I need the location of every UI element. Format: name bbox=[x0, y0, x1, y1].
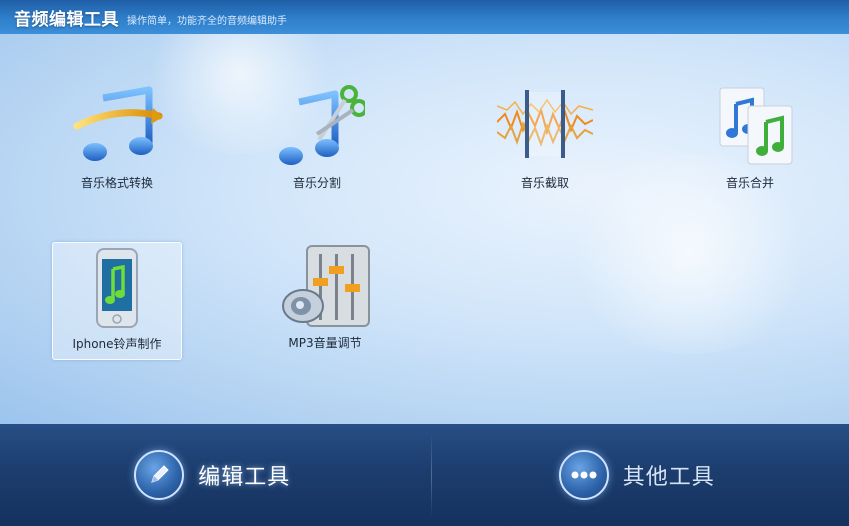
tool-label: Iphone铃声制作 bbox=[72, 337, 162, 351]
tab-other-tools[interactable]: 其他工具 bbox=[425, 424, 849, 526]
tool-iphone-ringtone[interactable]: Iphone铃声制作 bbox=[52, 242, 182, 360]
music-split-icon bbox=[279, 85, 365, 165]
tool-mp3-volume[interactable]: MP3音量调节 bbox=[260, 242, 390, 360]
tool-label: 音乐格式转换 bbox=[80, 176, 153, 190]
tool-music-split[interactable]: 音乐分割 bbox=[252, 82, 382, 200]
tool-music-format-convert[interactable]: 音乐格式转换 bbox=[52, 82, 182, 200]
title-bar: 音频编辑工具 操作简单，功能齐全的音频编辑助手 bbox=[0, 0, 849, 34]
app-title: 音频编辑工具 bbox=[14, 9, 119, 30]
mp3-volume-icon bbox=[282, 245, 370, 327]
tool-label: 音乐合并 bbox=[725, 176, 774, 190]
app-subtitle: 操作简单，功能齐全的音频编辑助手 bbox=[127, 15, 287, 27]
music-convert-icon bbox=[73, 86, 163, 161]
music-cut-icon bbox=[497, 90, 593, 158]
music-merge-icon bbox=[719, 87, 793, 165]
tab-label: 编辑工具 bbox=[198, 465, 291, 490]
tool-panel: 音乐格式转换 音乐分割 音乐截取 音乐合并 Iphone铃声制作 MP3音量调节 bbox=[0, 34, 849, 424]
iphone-ringtone-icon bbox=[96, 248, 138, 328]
tool-music-cut[interactable]: 音乐截取 bbox=[480, 82, 610, 200]
pencil-icon bbox=[134, 450, 185, 500]
bottom-nav: 编辑工具 其他工具 bbox=[0, 424, 849, 526]
tool-label: 音乐截取 bbox=[520, 176, 569, 190]
tool-label: 音乐分割 bbox=[292, 176, 341, 190]
tab-label: 其他工具 bbox=[622, 465, 715, 490]
tool-label: MP3音量调节 bbox=[288, 336, 362, 350]
more-dots-icon bbox=[558, 450, 609, 500]
tab-edit-tools[interactable]: 编辑工具 bbox=[0, 424, 425, 526]
tool-music-merge[interactable]: 音乐合并 bbox=[685, 82, 815, 200]
